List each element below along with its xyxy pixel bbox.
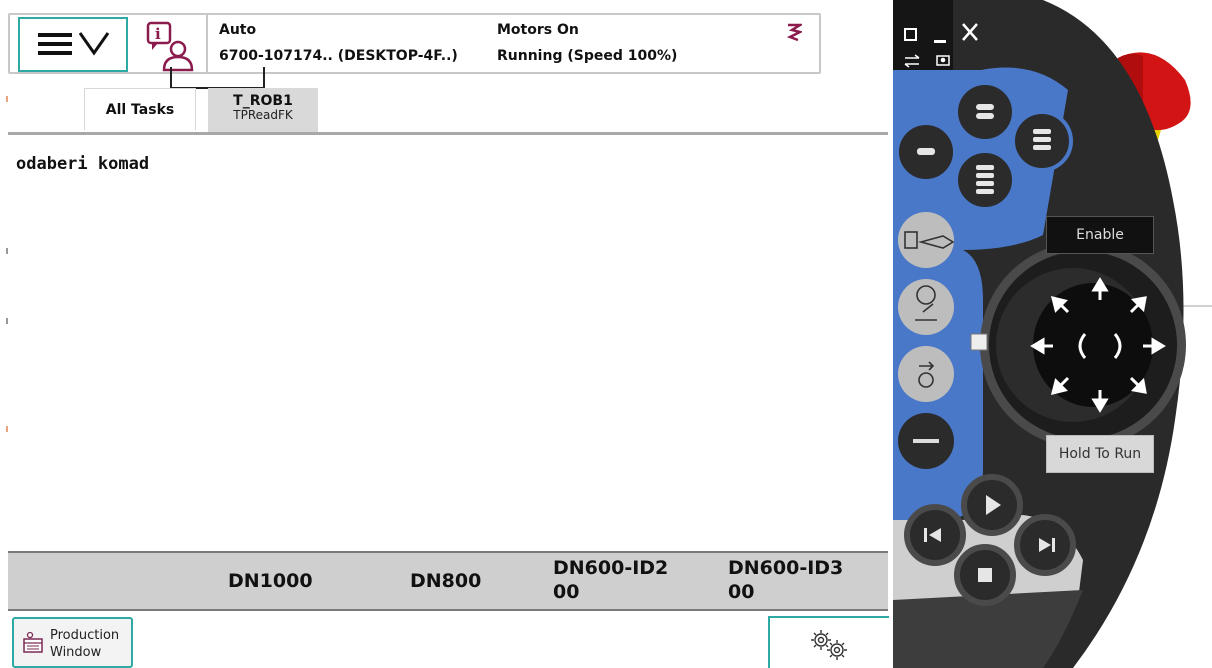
- hold-to-run-label: Hold To Run: [1058, 446, 1142, 462]
- menu-icon: [38, 32, 110, 56]
- fk-button-dn600-id200[interactable]: DN600-ID2 00: [553, 556, 668, 604]
- fk-label-dn600-id200-line2: 00: [553, 581, 580, 603]
- fk-button-dn1000[interactable]: DN1000: [228, 569, 313, 593]
- task-bar: [8, 612, 888, 668]
- main-menu-button[interactable]: [18, 17, 128, 72]
- pendant-body: [893, 0, 1212, 668]
- enable-label: Enable: [1076, 227, 1124, 243]
- system-name: 6700-107174.. (DESKTOP-4F..): [219, 48, 458, 64]
- settings-gears-icon: [811, 630, 847, 660]
- robot-status-icon: [786, 23, 802, 42]
- operating-mode: Auto: [219, 22, 257, 38]
- motors-state: Motors On: [497, 22, 579, 38]
- tab-all-tasks-label: All Tasks: [105, 101, 175, 118]
- status-info[interactable]: Auto 6700-107174.. (DESKTOP-4F..) Motors…: [206, 14, 822, 72]
- tab-t-rob1[interactable]: T_ROB1 TPReadFK: [208, 88, 318, 132]
- fk-button-1[interactable]: [10, 556, 200, 608]
- production-window-button[interactable]: Production Window: [12, 617, 133, 668]
- edge-marks: [6, 96, 8, 102]
- fk-label-dn600-id300-line2: 00: [728, 581, 755, 603]
- operator-window: [8, 136, 888, 550]
- program-state: Running (Speed 100%): [497, 48, 678, 64]
- fk-label-dn1000: DN1000: [228, 570, 313, 592]
- fk-label-dn800: DN800: [410, 570, 482, 592]
- fk-button-dn600-id300[interactable]: DN600-ID3 00: [728, 556, 843, 604]
- chevron-down-icon: [78, 32, 110, 56]
- info-user-icon: i: [146, 21, 194, 72]
- fk-label-dn600-id200-line1: DN600-ID2: [553, 557, 669, 579]
- event-log-button[interactable]: i: [140, 17, 204, 72]
- hold-to-run-button[interactable]: Hold To Run: [1046, 435, 1154, 473]
- production-window-label: Production Window: [50, 628, 120, 660]
- production-window-icon: [23, 631, 43, 653]
- tab-all-tasks[interactable]: All Tasks: [84, 88, 196, 130]
- tab-module-name: TPReadFK: [233, 108, 293, 122]
- fk-label-dn600-id300-line1: DN600-ID3: [728, 557, 844, 579]
- fk-button-dn800[interactable]: DN800: [410, 569, 481, 593]
- task-connector-line: [170, 67, 265, 89]
- tab-task-name: T_ROB1: [233, 93, 293, 109]
- svg-text:i: i: [155, 25, 161, 43]
- tab-divider: [8, 132, 888, 135]
- quickset-button[interactable]: [768, 616, 889, 668]
- enable-button[interactable]: Enable: [1046, 216, 1154, 254]
- tp-message: odaberi komad: [16, 154, 150, 174]
